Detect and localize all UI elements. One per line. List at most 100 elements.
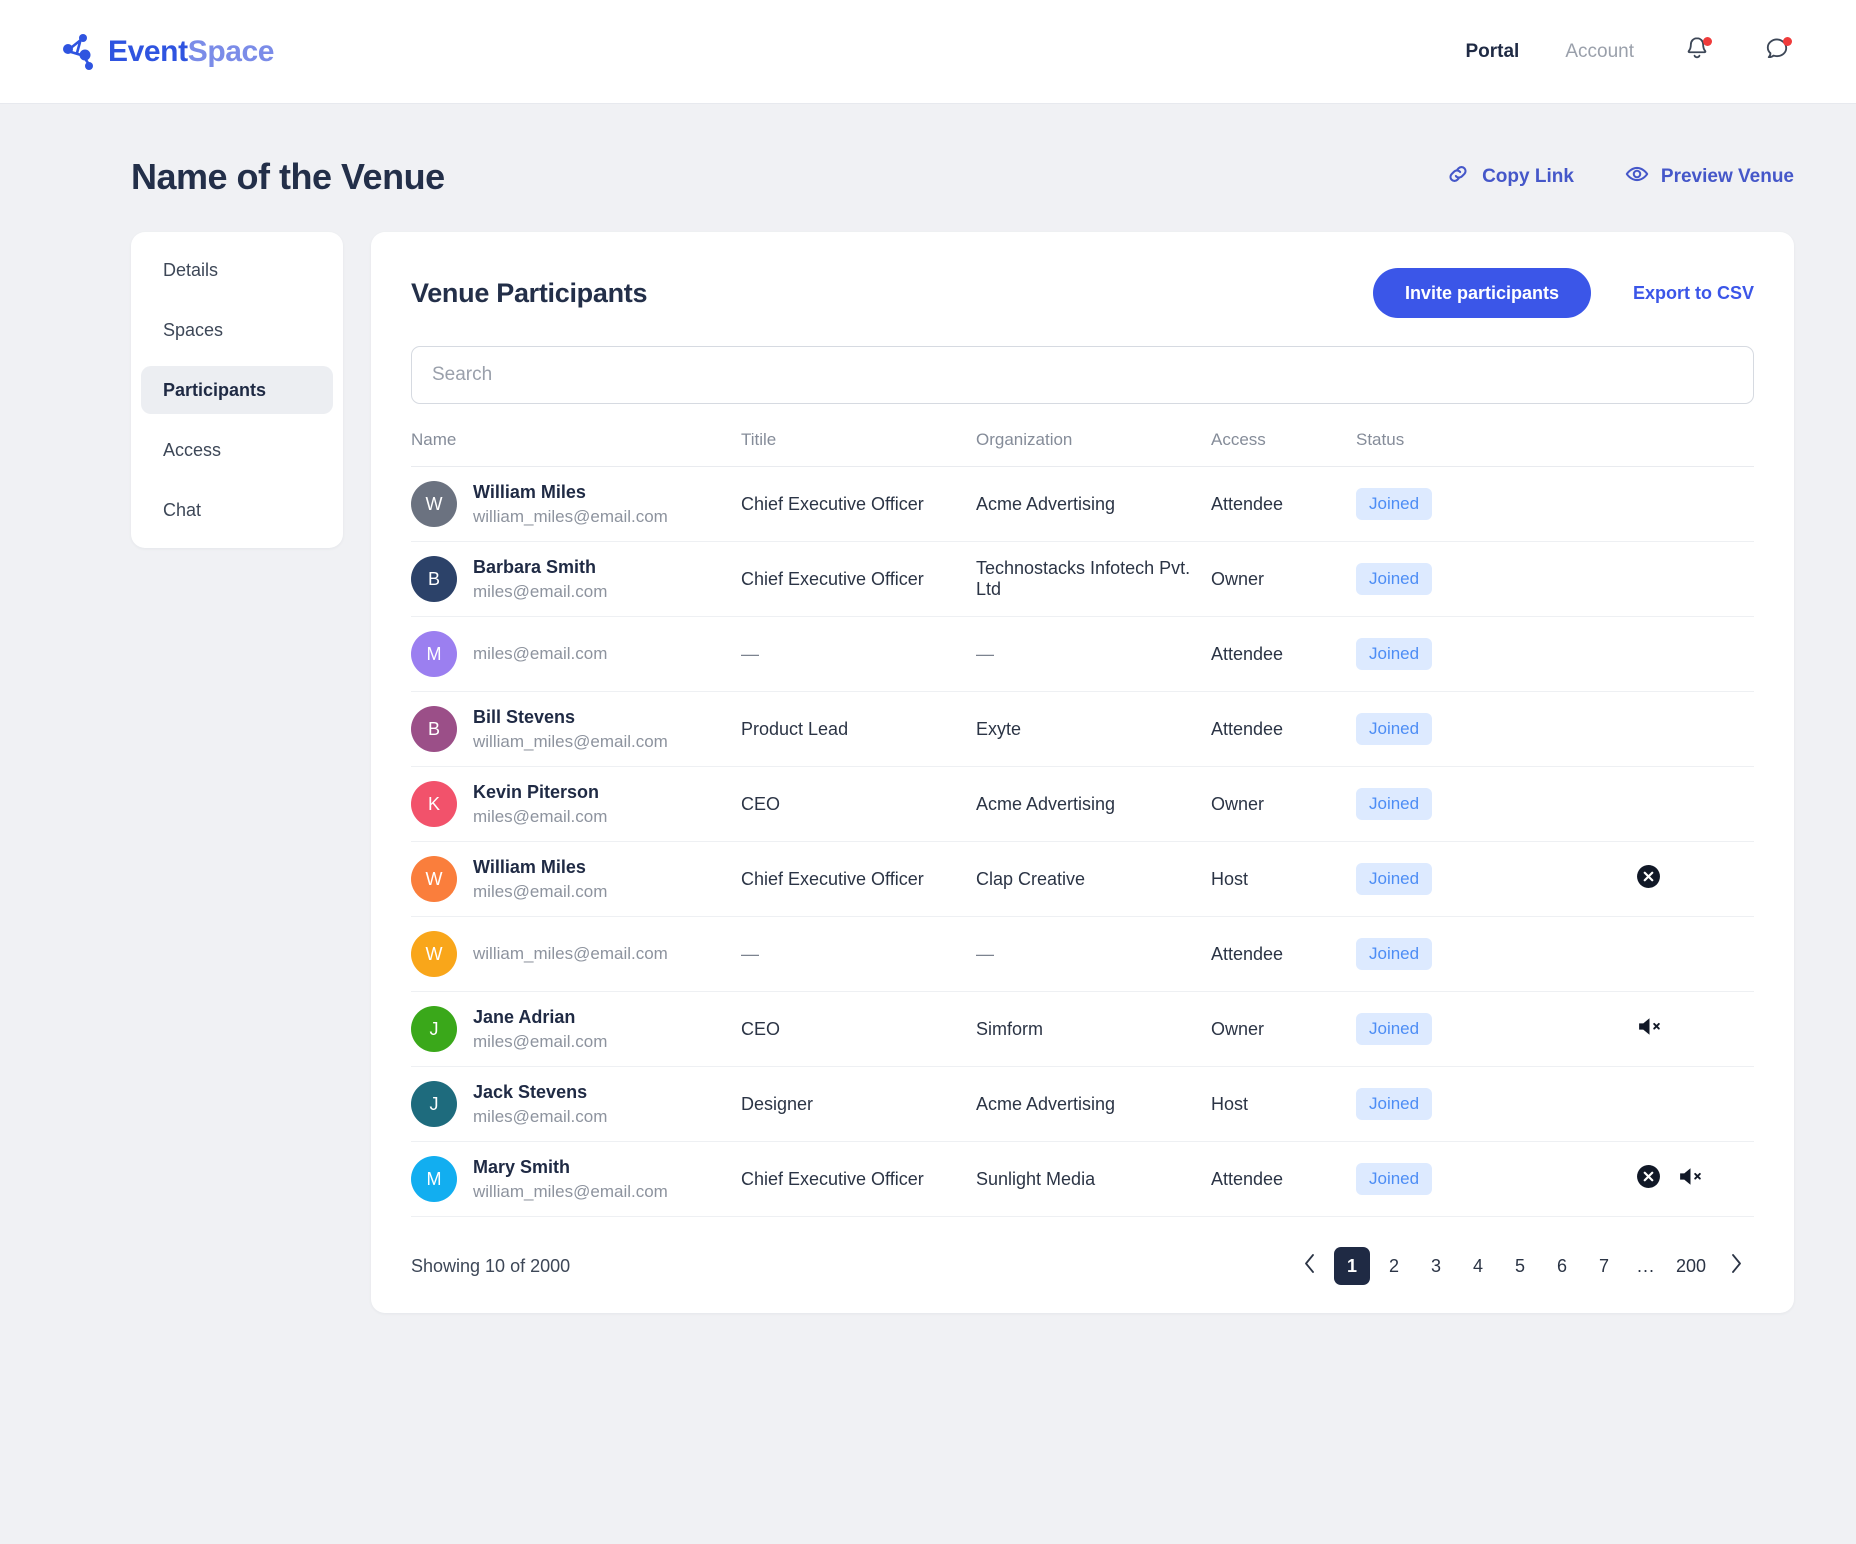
nav-link-account[interactable]: Account bbox=[1565, 41, 1634, 63]
cell-status: Joined bbox=[1356, 541, 1506, 617]
cell-title: Chief Executive Officer bbox=[741, 1141, 976, 1217]
cell-actions bbox=[1506, 541, 1754, 617]
cell-access: Attendee bbox=[1211, 916, 1356, 992]
card-header-actions: Invite participants Export to CSV bbox=[1372, 268, 1754, 318]
pagination-page-2[interactable]: 2 bbox=[1376, 1247, 1412, 1285]
pagination-page-200[interactable]: 200 bbox=[1670, 1247, 1712, 1285]
column-header-actions bbox=[1506, 430, 1754, 467]
avatar: W bbox=[411, 931, 457, 977]
pagination: 1 2 3 4 5 6 7... 200 bbox=[1292, 1247, 1754, 1285]
cell-status: Joined bbox=[1356, 766, 1506, 842]
avatar: M bbox=[411, 1156, 457, 1202]
avatar: B bbox=[411, 706, 457, 752]
pagination-page-5[interactable]: 5 bbox=[1502, 1247, 1538, 1285]
sidebar-item-participants[interactable]: Participants bbox=[141, 366, 333, 414]
table-row[interactable]: B Barbara Smith miles@email.com Chief Execu… bbox=[411, 541, 1754, 617]
participant-email: william_miles@email.com bbox=[473, 1181, 668, 1201]
participants-card: Venue Participants Invite participants E… bbox=[371, 232, 1794, 1313]
cell-name: Wwilliam_miles@email.com bbox=[411, 916, 741, 992]
preview-venue-button[interactable]: Preview Venue bbox=[1624, 161, 1794, 193]
top-navigation-bar: EventSpace Portal Account bbox=[0, 0, 1856, 104]
cell-actions bbox=[1506, 616, 1754, 692]
participant-identity: William Miles william_miles@email.com bbox=[473, 481, 668, 527]
participant-email: miles@email.com bbox=[473, 1031, 608, 1051]
logo-wordmark: EventSpace bbox=[108, 35, 274, 69]
table-row[interactable]: Wwilliam_miles@email.com — — Attendee Joined bbox=[411, 916, 1754, 992]
cell-name: W William Miles william_miles@email.com bbox=[411, 466, 741, 542]
avatar: J bbox=[411, 1081, 457, 1127]
cell-organization: Exyte bbox=[976, 691, 1211, 767]
pagination-prev-button[interactable] bbox=[1292, 1247, 1328, 1285]
cell-actions bbox=[1506, 1066, 1754, 1142]
nav-link-portal[interactable]: Portal bbox=[1465, 41, 1519, 63]
cell-title: Chief Executive Officer bbox=[741, 841, 976, 917]
link-chain-icon bbox=[1445, 161, 1471, 193]
cell-organization: Acme Advertising bbox=[976, 766, 1211, 842]
remove-x-icon[interactable] bbox=[1636, 864, 1661, 894]
sidebar-item-spaces[interactable]: Spaces bbox=[141, 306, 333, 354]
cell-access: Attendee bbox=[1211, 1141, 1356, 1217]
table-row[interactable]: K Kevin Piterson miles@email.com CEO Acme Ad… bbox=[411, 766, 1754, 842]
invite-participants-button[interactable]: Invite participants bbox=[1372, 268, 1591, 318]
cell-access: Host bbox=[1211, 841, 1356, 917]
sidebar-item-chat[interactable]: Chat bbox=[141, 486, 333, 534]
eventspace-logo-icon bbox=[62, 33, 96, 71]
page-header-actions: Copy Link Preview Venue bbox=[1445, 161, 1794, 193]
preview-venue-label: Preview Venue bbox=[1660, 166, 1794, 187]
avatar: B bbox=[411, 556, 457, 602]
cell-status: Joined bbox=[1356, 1141, 1506, 1217]
status-badge: Joined bbox=[1356, 1088, 1433, 1120]
status-badge: Joined bbox=[1356, 938, 1433, 970]
pagination-page-6[interactable]: 6 bbox=[1544, 1247, 1580, 1285]
table-row[interactable]: W William Miles miles@email.com Chief Execu… bbox=[411, 841, 1754, 917]
sidebar-item-details[interactable]: Details bbox=[141, 246, 333, 294]
chat-button[interactable] bbox=[1760, 35, 1794, 69]
search-row bbox=[411, 346, 1754, 404]
cell-status: Joined bbox=[1356, 841, 1506, 917]
table-row[interactable]: W William Miles william_miles@email.com Chi… bbox=[411, 466, 1754, 542]
pagination-page-1[interactable]: 1 bbox=[1333, 1247, 1370, 1285]
cell-actions bbox=[1506, 766, 1754, 842]
participant-name: William Miles bbox=[473, 857, 586, 878]
pagination-page-7[interactable]: 7 bbox=[1586, 1247, 1622, 1285]
table-row[interactable]: Mmiles@email.com — — Attendee Joined bbox=[411, 616, 1754, 692]
participant-identity: miles@email.com bbox=[473, 643, 607, 664]
participant-identity: Bill Stevens william_miles@email.com bbox=[473, 706, 668, 752]
search-input[interactable] bbox=[411, 346, 1754, 404]
table-row[interactable]: J Jane Adrian miles@email.com CEO Simform Own… bbox=[411, 991, 1754, 1067]
export-to-csv-button[interactable]: Export to CSV bbox=[1633, 283, 1754, 304]
mute-speaker-icon[interactable] bbox=[1636, 1014, 1663, 1044]
pagination-page-3[interactable]: 3 bbox=[1418, 1247, 1454, 1285]
pagination-next-button[interactable] bbox=[1718, 1247, 1754, 1285]
sidebar-item-label: Participants bbox=[163, 379, 267, 400]
cell-name: Mmiles@email.com bbox=[411, 616, 741, 692]
cell-organization: Simform bbox=[976, 991, 1211, 1067]
participant-email: miles@email.com bbox=[473, 881, 608, 901]
participant-email: miles@email.com bbox=[473, 806, 608, 826]
cell-status: Joined bbox=[1356, 691, 1506, 767]
status-badge: Joined bbox=[1356, 863, 1433, 895]
cell-name: B Barbara Smith miles@email.com bbox=[411, 541, 741, 617]
cell-actions bbox=[1506, 466, 1754, 542]
avatar: K bbox=[411, 781, 457, 827]
cell-name: M Mary Smith william_miles@email.com bbox=[411, 1141, 741, 1217]
cell-actions bbox=[1506, 916, 1754, 992]
mute-speaker-icon[interactable] bbox=[1677, 1164, 1704, 1194]
table-row[interactable]: J Jack Stevens miles@email.com Designer Acme… bbox=[411, 1066, 1754, 1142]
table-row[interactable]: M Mary Smith william_miles@email.com Chief … bbox=[411, 1141, 1754, 1217]
table-row[interactable]: B Bill Stevens william_miles@email.com Prod… bbox=[411, 691, 1754, 767]
cell-organization: Clap Creative bbox=[976, 841, 1211, 917]
cell-name: J Jane Adrian miles@email.com bbox=[411, 991, 741, 1067]
app-logo[interactable]: EventSpace bbox=[62, 33, 274, 71]
cell-access: Owner bbox=[1211, 541, 1356, 617]
cell-organization: Sunlight Media bbox=[976, 1141, 1211, 1217]
pagination-page-4[interactable]: 4 bbox=[1460, 1247, 1496, 1285]
notification-bell-button[interactable] bbox=[1680, 35, 1714, 69]
copy-link-button[interactable]: Copy Link bbox=[1445, 161, 1574, 193]
sidebar-item-access[interactable]: Access bbox=[141, 426, 333, 474]
card-title: Venue Participants bbox=[411, 277, 648, 308]
remove-x-icon[interactable] bbox=[1636, 1164, 1661, 1194]
participant-name: William Miles bbox=[473, 482, 586, 503]
participant-cell: Mmiles@email.com bbox=[411, 631, 741, 677]
participant-name: Barbara Smith bbox=[473, 557, 597, 578]
